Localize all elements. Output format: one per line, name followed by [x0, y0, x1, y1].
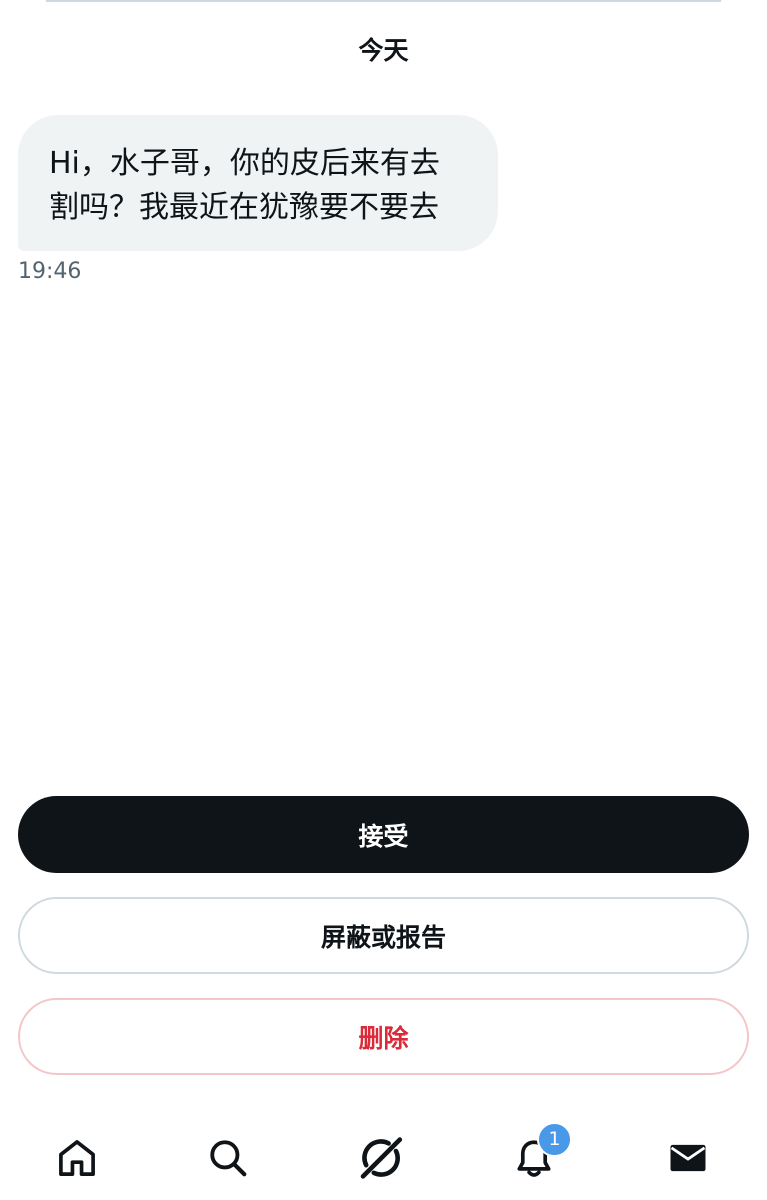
top-divider: [46, 0, 721, 2]
block-or-report-button[interactable]: 屏蔽或报告: [18, 897, 749, 974]
nav-notifications[interactable]: 1: [504, 1122, 572, 1188]
accept-button[interactable]: 接受: [18, 796, 749, 873]
search-icon: [207, 1137, 249, 1179]
date-header: 今天: [358, 36, 409, 65]
message-text-line2: 割吗？我最近在犹豫要不要去: [49, 190, 439, 225]
mail-icon: [667, 1137, 709, 1179]
message-timestamp: 19:46: [18, 259, 82, 284]
message-text-line1: Hi，水子哥，你的皮后来有去: [49, 146, 440, 181]
nav-home[interactable]: [47, 1128, 107, 1188]
nav-grok[interactable]: [351, 1128, 411, 1188]
nav-messages[interactable]: [658, 1128, 718, 1188]
home-icon: [56, 1137, 98, 1179]
message-bubble[interactable]: Hi，水子哥，你的皮后来有去 割吗？我最近在犹豫要不要去: [18, 115, 498, 251]
notification-badge: 1: [537, 1122, 572, 1157]
grok-icon: [357, 1134, 405, 1182]
delete-button[interactable]: 删除: [18, 998, 749, 1075]
bottom-navigation: 1: [0, 1110, 767, 1200]
nav-search[interactable]: [198, 1128, 258, 1188]
